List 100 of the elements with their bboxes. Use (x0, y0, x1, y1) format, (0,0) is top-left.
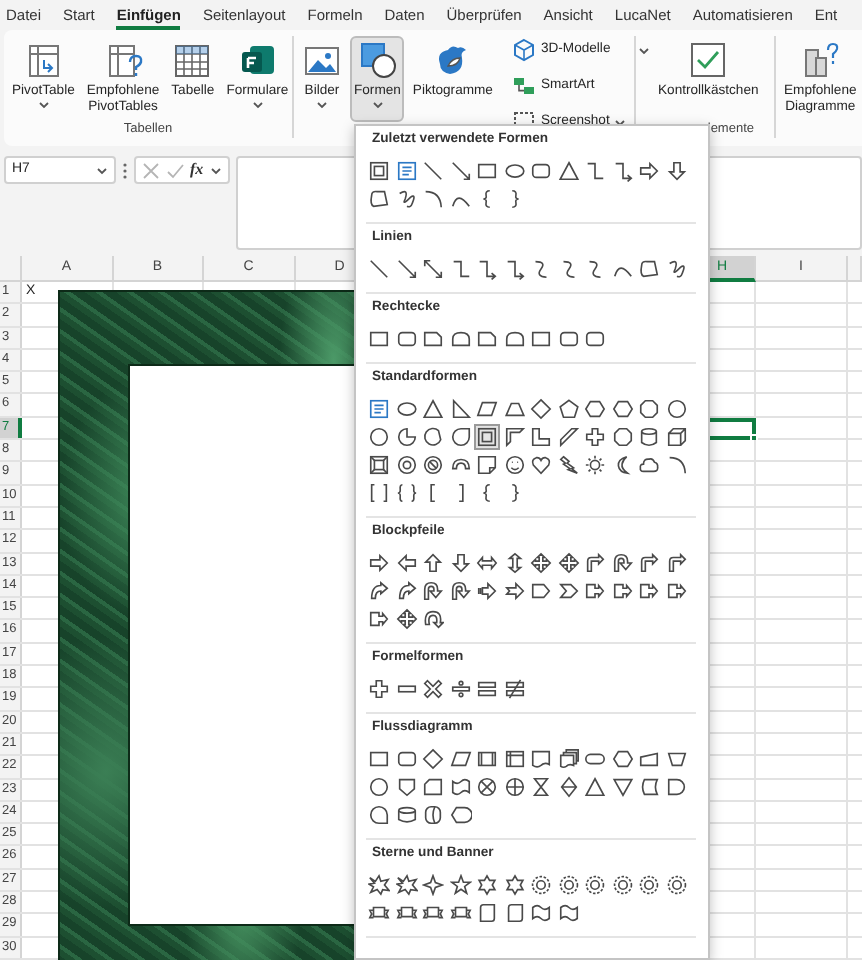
triangle-icon[interactable] (422, 398, 445, 420)
bent-arrow-icon[interactable] (665, 552, 688, 574)
smiley-icon[interactable] (503, 454, 526, 476)
right-triangle-icon[interactable] (449, 398, 472, 420)
arrow-line-icon[interactable] (395, 258, 418, 280)
octagon-icon[interactable] (638, 398, 661, 420)
four-way-arrow-icon[interactable] (395, 608, 418, 630)
half-frame-icon[interactable] (503, 426, 526, 448)
octagon-icon[interactable] (611, 426, 634, 448)
plus-icon[interactable] (584, 426, 607, 448)
scroll-icon[interactable] (503, 902, 526, 924)
arrow-callout-icon[interactable] (665, 580, 688, 602)
curved-connector-icon[interactable] (584, 258, 607, 280)
stored-data-icon[interactable] (638, 776, 661, 798)
curved-connector-icon[interactable] (530, 258, 553, 280)
ribbon-banner-icon[interactable] (395, 902, 418, 924)
six-point-star-icon[interactable] (476, 874, 499, 896)
triangle-icon[interactable] (584, 776, 607, 798)
donut-icon[interactable] (395, 454, 418, 476)
parallelogram-icon[interactable] (476, 398, 499, 420)
more-options-icon[interactable] (122, 162, 128, 180)
four-way-arrow-icon[interactable] (530, 552, 553, 574)
elbow-arrow-icon[interactable] (476, 258, 499, 280)
hexagon-icon[interactable] (584, 398, 607, 420)
frame-icon[interactable] (368, 160, 391, 182)
collate-icon[interactable] (530, 776, 553, 798)
elbow-connector-icon[interactable] (449, 258, 472, 280)
ribbon-banner-icon[interactable] (422, 902, 445, 924)
brace-pair-icon[interactable] (395, 482, 418, 504)
circle-icon[interactable] (665, 398, 688, 420)
teardrop-icon[interactable] (449, 426, 472, 448)
arrow-callout-icon[interactable] (584, 580, 607, 602)
cube-icon[interactable] (665, 426, 688, 448)
magnetic-disk-icon[interactable] (395, 804, 418, 826)
u-turn-arrow-icon[interactable] (611, 552, 634, 574)
circle-icon[interactable] (368, 426, 391, 448)
scroll-icon[interactable] (476, 902, 499, 924)
punched-tape-icon[interactable] (449, 776, 472, 798)
or-junction-icon[interactable] (503, 776, 526, 798)
chevron-icon[interactable] (557, 580, 580, 602)
rounded-rectangle-icon[interactable] (530, 160, 553, 182)
u-turn-arrow-icon[interactable] (449, 580, 472, 602)
ribbon-banner-icon[interactable] (368, 902, 391, 924)
arrow-line-icon[interactable] (449, 160, 472, 182)
arrow-callout-icon[interactable] (611, 580, 634, 602)
merge-icon[interactable] (611, 776, 634, 798)
parallelogram-icon[interactable] (449, 748, 472, 770)
freeform-icon[interactable] (368, 188, 391, 210)
hexagon-icon[interactable] (611, 748, 634, 770)
explosion-icon[interactable] (395, 874, 418, 896)
bevel-icon[interactable] (368, 454, 391, 476)
display-icon[interactable] (449, 804, 472, 826)
line-icon[interactable] (422, 160, 445, 182)
pentagon-icon[interactable] (557, 398, 580, 420)
up-down-arrow-icon[interactable] (503, 552, 526, 574)
bent-arrow-icon[interactable] (584, 552, 607, 574)
divide-icon[interactable] (449, 678, 472, 700)
scribble-icon[interactable] (665, 258, 688, 280)
freeform-icon[interactable] (638, 258, 661, 280)
elbow-arrow-icon[interactable] (503, 258, 526, 280)
badge-star-icon[interactable] (638, 874, 661, 896)
l-shape-icon[interactable] (530, 426, 553, 448)
off-page-connector-icon[interactable] (395, 776, 418, 798)
scribble-icon[interactable] (395, 188, 418, 210)
arc-icon[interactable] (665, 454, 688, 476)
multiply-icon[interactable] (422, 678, 445, 700)
u-turn-arrow-icon[interactable] (422, 580, 445, 602)
no-symbol-icon[interactable] (422, 454, 445, 476)
circle-icon[interactable] (368, 776, 391, 798)
terminator-icon[interactable] (584, 748, 607, 770)
pentagon-arrow-icon[interactable] (530, 580, 553, 602)
oval-icon[interactable] (395, 398, 418, 420)
wave-banner-icon[interactable] (557, 902, 580, 924)
elbow-arrow-icon[interactable] (611, 160, 634, 182)
rounded-rectangle-icon[interactable] (584, 328, 607, 350)
cloud-icon[interactable] (638, 454, 661, 476)
cylinder-icon[interactable] (638, 426, 661, 448)
elbow-connector-icon[interactable] (584, 160, 607, 182)
direct-access-storage-icon[interactable] (422, 804, 445, 826)
down-arrow-icon[interactable] (449, 552, 472, 574)
sun-icon[interactable] (584, 454, 607, 476)
sort-icon[interactable] (557, 776, 580, 798)
hexagon-icon[interactable] (611, 398, 634, 420)
arc-icon[interactable] (422, 188, 445, 210)
document-icon[interactable] (530, 748, 553, 770)
four-way-arrow-icon[interactable] (557, 552, 580, 574)
trapezoid-icon[interactable] (503, 398, 526, 420)
chord-icon[interactable] (422, 426, 445, 448)
circular-arrow-icon[interactable] (422, 608, 445, 630)
equal-icon[interactable] (476, 678, 499, 700)
explosion-icon[interactable] (368, 874, 391, 896)
double-arrow-line-icon[interactable] (422, 258, 445, 280)
manual-operation-icon[interactable] (665, 748, 688, 770)
badge-star-icon[interactable] (611, 874, 634, 896)
delay-icon[interactable] (665, 776, 688, 798)
internal-storage-icon[interactable] (503, 748, 526, 770)
predefined-process-icon[interactable] (476, 748, 499, 770)
left-arrow-icon[interactable] (395, 552, 418, 574)
ribbon-banner-icon[interactable] (449, 902, 472, 924)
triangle-icon[interactable] (557, 160, 580, 182)
